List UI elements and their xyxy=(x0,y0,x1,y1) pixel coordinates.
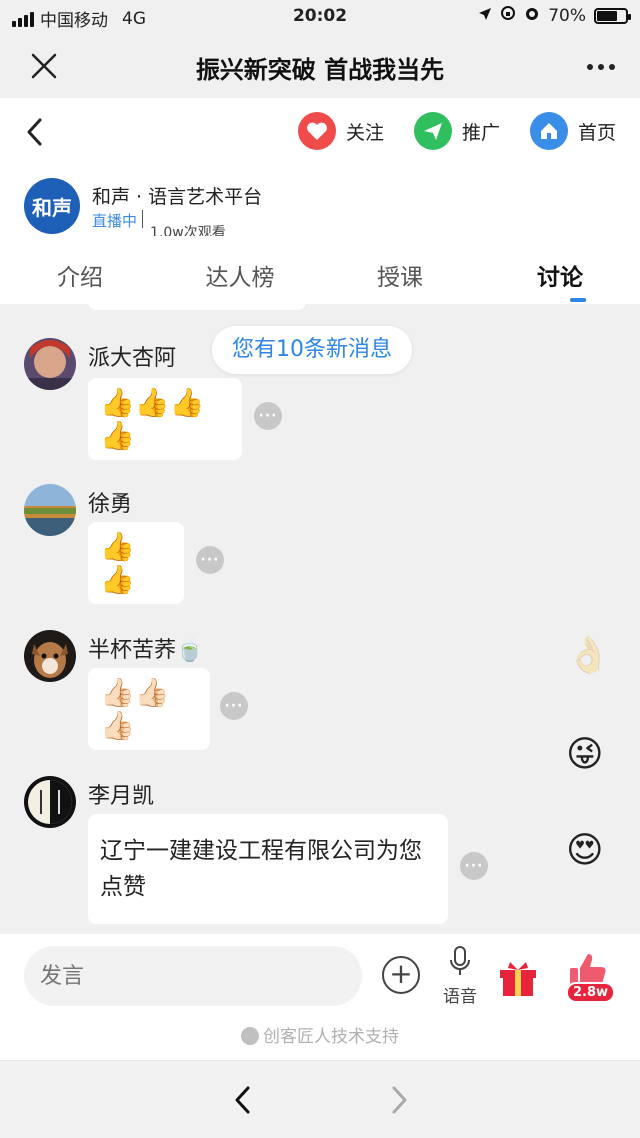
tab-lessons[interactable]: 授课 xyxy=(320,236,480,304)
plus-icon: + xyxy=(389,957,413,990)
paper-plane-icon xyxy=(413,112,452,150)
page-title: 振兴新突破 首战我当先 xyxy=(195,56,445,84)
floating-reaction: 😜 xyxy=(566,734,604,775)
message-bubble[interactable]: 辽宁一建建设工程有限公司为您点赞 xyxy=(88,814,448,924)
follow-button[interactable]: 关注 xyxy=(297,112,384,150)
chat-list[interactable]: 派大杏阿 👍👍👍👍 ··· 您有10条新消息 徐勇 👍 👍 ··· 半杯苦荞🍵 … xyxy=(0,304,640,934)
message-content: 👍 👍 xyxy=(100,530,135,596)
follow-label: 关注 xyxy=(345,121,384,144)
voice-button[interactable]: 语音 xyxy=(440,946,480,1007)
home-label: 首页 xyxy=(577,121,616,144)
tab-intro[interactable]: 介绍 xyxy=(0,236,160,304)
promote-label: 推广 xyxy=(461,121,500,144)
message-more-button[interactable]: ··· xyxy=(460,852,488,880)
heart-icon xyxy=(297,112,336,150)
new-messages-button[interactable]: 您有10条新消息 xyxy=(212,326,412,374)
message-bubble[interactable]: 👍👍👍👍 xyxy=(88,378,242,460)
channel-header[interactable]: 和声 和声 · 语言艺术平台 直播中 1.0w次观看 xyxy=(0,168,640,236)
rotation-lock-icon xyxy=(500,5,516,26)
support-text: 创客匠人技术支持 xyxy=(263,1027,399,1047)
live-status: 直播中 xyxy=(92,212,138,230)
nav-actions: 关注 推广 首页 xyxy=(297,112,616,150)
microphone-icon xyxy=(450,946,470,975)
avatar[interactable] xyxy=(24,776,76,828)
alarm-icon xyxy=(524,5,540,26)
tab-ranking[interactable]: 达人榜 xyxy=(160,236,320,304)
gift-icon xyxy=(500,962,536,996)
tab-label: 讨论 xyxy=(537,265,583,291)
view-count: 1.0w次观看 xyxy=(150,225,226,236)
tab-label: 介绍 xyxy=(57,265,103,291)
message-more-button[interactable]: ··· xyxy=(254,402,282,430)
sender-name: 半杯苦荞🍵 xyxy=(88,638,204,663)
title-bar: 振兴新突破 首战我当先 xyxy=(0,34,640,98)
sender-name: 徐勇 xyxy=(88,492,133,517)
nav-bar: 关注 推广 首页 xyxy=(0,98,640,168)
previous-message-bubble xyxy=(88,304,306,310)
chevron-right-icon xyxy=(392,1086,407,1114)
avatar[interactable] xyxy=(24,630,76,682)
add-button[interactable]: + xyxy=(382,956,420,994)
support-footer: 创客匠人技术支持 xyxy=(0,1022,640,1047)
browser-back-button[interactable] xyxy=(232,1085,254,1115)
battery-percent: 70% xyxy=(548,5,586,26)
tab-indicator xyxy=(570,298,586,302)
browser-toolbar xyxy=(0,1060,640,1138)
sender-name: 李月凯 xyxy=(88,784,155,809)
tab-label: 授课 xyxy=(377,265,423,291)
tab-label: 达人榜 xyxy=(205,265,275,291)
battery-level xyxy=(597,10,617,21)
like-count-badge: 2.8w xyxy=(566,982,616,1003)
more-icon xyxy=(587,64,615,70)
browser-forward-button[interactable] xyxy=(388,1085,410,1115)
message-bubble[interactable]: 👍🏻👍🏻👍🏻 xyxy=(88,668,210,750)
home-icon xyxy=(529,112,568,150)
avatar[interactable] xyxy=(24,338,76,390)
tab-discussion[interactable]: 讨论 xyxy=(480,236,640,304)
tab-bar: 介绍 达人榜 授课 讨论 xyxy=(0,236,640,304)
sender-name: 派大杏阿 xyxy=(88,346,177,371)
more-button[interactable] xyxy=(586,52,616,72)
message-content: 👍🏻👍🏻👍🏻 xyxy=(100,676,170,742)
voice-label: 语音 xyxy=(443,987,477,1007)
promote-button[interactable]: 推广 xyxy=(413,112,500,150)
message-more-button[interactable]: ··· xyxy=(220,692,248,720)
floating-reaction: 👌 xyxy=(566,635,611,676)
channel-logo: 和声 xyxy=(24,178,80,234)
avatar[interactable] xyxy=(24,484,76,536)
floating-reaction: 😍 xyxy=(566,830,604,871)
home-button[interactable]: 首页 xyxy=(529,112,616,150)
gift-button[interactable] xyxy=(498,958,538,998)
divider xyxy=(142,210,143,228)
chevron-left-icon xyxy=(27,118,42,146)
battery-icon xyxy=(594,7,631,24)
back-button[interactable] xyxy=(20,114,50,150)
status-bar: 中国移动 4G 20:02 70% xyxy=(0,0,640,34)
message-more-button[interactable]: ··· xyxy=(196,546,224,574)
location-icon xyxy=(478,6,492,26)
message-bubble[interactable]: 👍 👍 xyxy=(88,522,184,604)
chevron-left-icon xyxy=(235,1086,250,1114)
input-bar: + 语音 2.8w 创客匠人技术支持 xyxy=(0,934,640,1060)
message-input[interactable] xyxy=(24,946,362,1006)
channel-name: 和声 · 语言艺术平台 xyxy=(92,186,263,208)
status-right: 70% xyxy=(478,5,631,26)
brand-icon xyxy=(241,1027,259,1045)
message-content: 👍👍👍👍 xyxy=(100,386,205,452)
message-content: 辽宁一建建设工程有限公司为您点赞 xyxy=(100,838,422,900)
